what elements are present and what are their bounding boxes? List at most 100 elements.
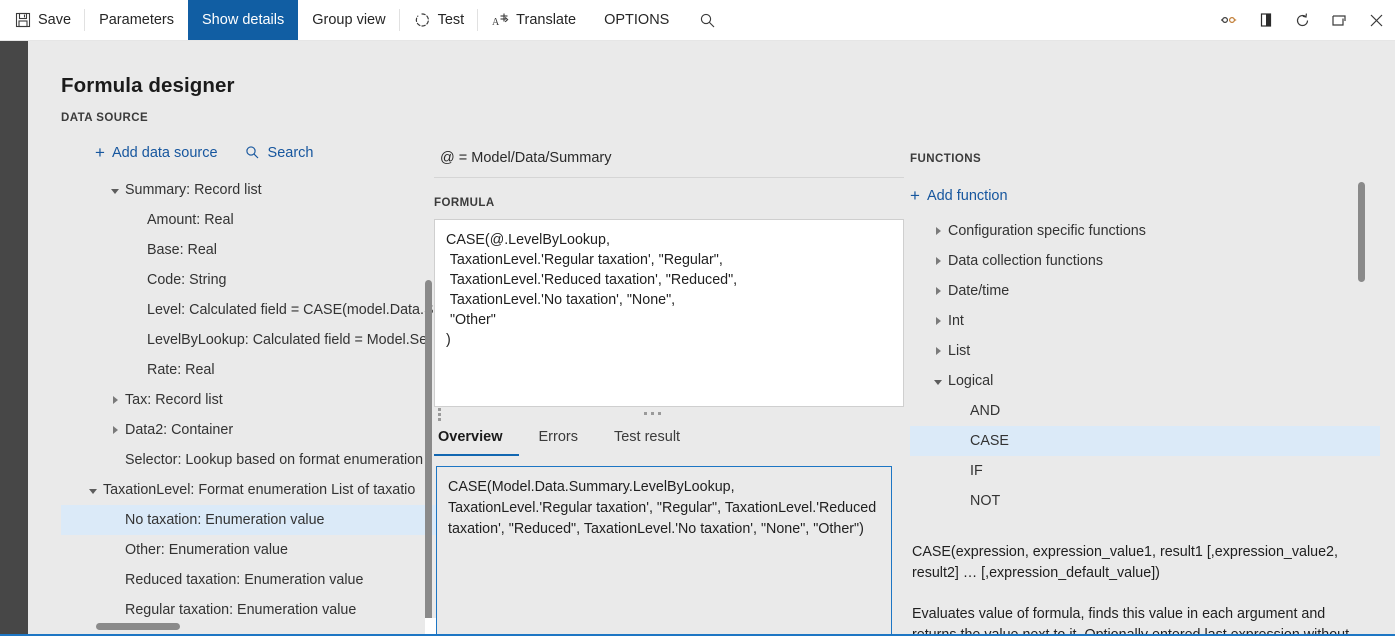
formula-designer-window: Save Parameters Show details Group view … [0, 0, 1395, 636]
data-source-tree-item[interactable]: Tax: Record list [61, 385, 441, 415]
functions-tree-item[interactable]: CASE [910, 426, 1380, 456]
search-button[interactable] [683, 0, 732, 40]
save-label: Save [38, 12, 71, 28]
data-source-tree-item[interactable]: TaxationLevel: Format enumeration List o… [61, 475, 441, 505]
functions-vertical-scrollbar[interactable] [1358, 182, 1365, 282]
formula-code: CASE(@.LevelByLookup, TaxationLevel.'Reg… [446, 230, 892, 350]
data-source-vertical-scrollbar[interactable] [425, 280, 432, 628]
page-title: Formula designer [61, 74, 235, 98]
functions-tree-label: List [948, 343, 970, 359]
data-source-tree-item[interactable]: Regular taxation: Enumeration value [61, 595, 441, 621]
show-details-label: Show details [202, 12, 284, 28]
functions-tree-item[interactable]: Logical [910, 366, 1380, 396]
toolbar-spacer [732, 0, 1210, 40]
save-icon [14, 12, 31, 29]
data-source-tree-label: Other: Enumeration value [125, 542, 288, 558]
plus-icon: + [95, 144, 105, 161]
data-source-tree-item[interactable]: Level: Calculated field = CASE(model.Dat… [61, 295, 441, 325]
chevron-right-icon[interactable] [107, 415, 123, 445]
chevron-down-icon[interactable] [85, 475, 101, 505]
data-source-tree-item[interactable]: Data2: Container [61, 415, 441, 445]
data-source-search-label: Search [268, 145, 314, 161]
data-source-tree[interactable]: Summary: Record listAmount: Real Base: Re… [61, 175, 441, 621]
chevron-right-icon[interactable] [930, 276, 946, 306]
show-details-button[interactable]: Show details [188, 0, 298, 40]
chevron-right-icon[interactable] [930, 216, 946, 246]
save-button[interactable]: Save [0, 0, 85, 40]
data-source-tree-label: Base: Real [147, 242, 217, 258]
add-function-button[interactable]: + Add function [910, 187, 1008, 204]
data-source-tree-label: TaxationLevel: Format enumeration List o… [103, 482, 415, 498]
data-source-tree-item[interactable]: Amount: Real [61, 205, 441, 235]
tab-errors-label: Errors [539, 429, 578, 445]
functions-tree-label: Data collection functions [948, 253, 1103, 269]
chevron-right-icon[interactable] [930, 336, 946, 366]
data-source-tree-item[interactable]: LevelByLookup: Calculated field = Model.… [61, 325, 441, 355]
tab-test-result-label: Test result [614, 429, 680, 445]
result-tabs: Overview Errors Test result [434, 425, 712, 456]
settings-gear-icon[interactable] [1210, 0, 1247, 40]
chevron-down-icon[interactable] [930, 366, 946, 396]
data-source-heading: DATA SOURCE [61, 112, 148, 124]
functions-tree-label: Logical [948, 373, 993, 389]
functions-tree-item[interactable]: Date/time [910, 276, 1380, 306]
command-bar: Save Parameters Show details Group view … [0, 0, 1395, 41]
add-data-source-label: Add data source [112, 145, 218, 161]
functions-tree[interactable]: Configuration specific functions Data col… [910, 216, 1380, 516]
tab-errors[interactable]: Errors [535, 425, 594, 456]
tab-test-result[interactable]: Test result [610, 425, 696, 456]
refresh-icon[interactable] [1284, 0, 1321, 40]
translate-label: Translate [516, 12, 576, 28]
functions-tree-item[interactable]: List [910, 336, 1380, 366]
add-data-source-button[interactable]: + Add data source [95, 144, 218, 161]
chevron-right-icon[interactable] [930, 246, 946, 276]
data-source-tree-item[interactable]: Other: Enumeration value [61, 535, 441, 565]
data-source-tree-label: Level: Calculated field = CASE(model.Dat… [147, 302, 441, 318]
data-source-tree-item[interactable]: Code: String [61, 265, 441, 295]
data-source-tree-item[interactable]: No taxation: Enumeration value [61, 505, 441, 535]
popout-icon[interactable] [1321, 0, 1358, 40]
options-button[interactable]: OPTIONS [590, 0, 683, 40]
test-button[interactable]: Test [400, 0, 479, 40]
data-source-horizontal-scrollbar[interactable] [96, 623, 436, 630]
data-source-actions: + Add data source Search [95, 144, 314, 161]
chevron-right-icon[interactable] [107, 385, 123, 415]
search-icon [244, 144, 261, 161]
functions-tree-label: CASE [970, 433, 1009, 449]
data-source-tree-item[interactable]: Reduced taxation: Enumeration value [61, 565, 441, 595]
functions-tree-item[interactable]: IF [910, 456, 1380, 486]
add-function-label: Add function [927, 188, 1008, 204]
formula-vertical-resize-handle[interactable] [438, 408, 441, 421]
functions-tree-item[interactable]: AND [910, 396, 1380, 426]
chevron-right-icon[interactable] [930, 306, 946, 336]
group-view-button[interactable]: Group view [298, 0, 399, 40]
functions-tree-item[interactable]: NOT [910, 486, 1380, 516]
functions-tree-item[interactable]: Int [910, 306, 1380, 336]
test-spinner-icon [414, 12, 431, 29]
formula-editor[interactable]: CASE(@.LevelByLookup, TaxationLevel.'Reg… [434, 219, 904, 407]
close-icon[interactable] [1358, 0, 1395, 40]
translate-button[interactable]: A Translate [478, 0, 590, 40]
data-source-search-button[interactable]: Search [244, 144, 314, 161]
left-navigation-rail[interactable] [0, 41, 28, 636]
formula-horizontal-resize-handle[interactable] [644, 412, 661, 415]
data-source-tree-item[interactable]: Summary: Record list [61, 175, 441, 205]
data-source-tree-label: Code: String [147, 272, 226, 288]
function-description: Evaluates value of formula, finds this v… [912, 604, 1364, 636]
tab-overview[interactable]: Overview [434, 425, 519, 456]
functions-tree-item[interactable]: Configuration specific functions [910, 216, 1380, 246]
function-signature: CASE(expression, expression_value1, resu… [912, 542, 1364, 584]
panel-toggle-icon[interactable] [1247, 0, 1284, 40]
data-source-tree-item[interactable]: Selector: Lookup based on format enumera… [61, 445, 441, 475]
parameters-button[interactable]: Parameters [85, 0, 188, 40]
parameters-label: Parameters [99, 12, 174, 28]
functions-heading: FUNCTIONS [910, 153, 981, 165]
data-source-tree-label: Tax: Record list [125, 392, 223, 408]
chevron-down-icon[interactable] [107, 175, 123, 205]
functions-tree-label: IF [970, 463, 983, 479]
data-source-tree-item[interactable]: Base: Real [61, 235, 441, 265]
data-source-tree-item[interactable]: Rate: Real [61, 355, 441, 385]
data-source-tree-label: Regular taxation: Enumeration value [125, 602, 356, 618]
functions-tree-item[interactable]: Data collection functions [910, 246, 1380, 276]
overview-output-box[interactable]: CASE(Model.Data.Summary.LevelByLookup, T… [436, 466, 892, 636]
